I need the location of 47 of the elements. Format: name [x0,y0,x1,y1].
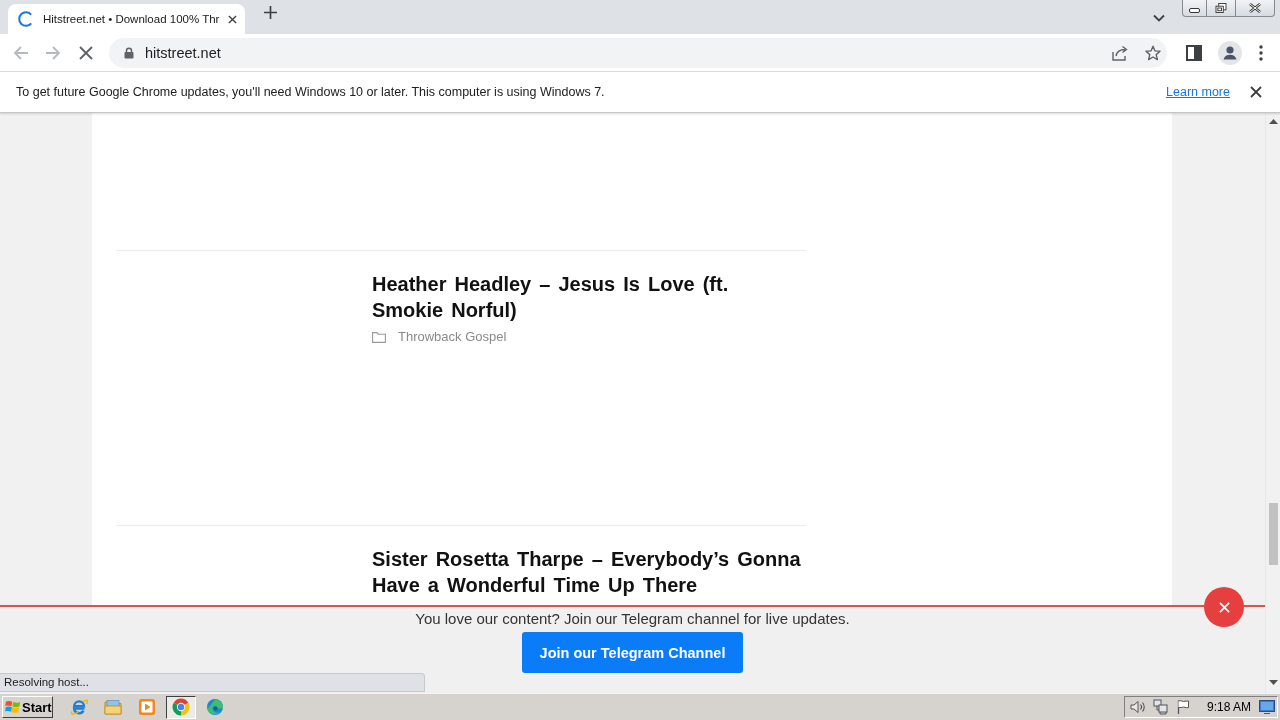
clock[interactable]: 9:18 AM [1207,700,1252,714]
play-icon [138,698,156,716]
status-bubble: Resolving host... [0,673,425,692]
folder-icon [104,698,122,716]
start-logo-icon [5,699,21,715]
network-icon[interactable] [1153,699,1169,715]
post-title[interactable]: Sister Rosetta Tharpe – Everybody’s Gonna Have a Wonderful Time Up There [372,546,806,598]
post-category-link[interactable]: Throwback Gospel [398,328,507,346]
flag-icon[interactable] [1176,699,1192,715]
restore-button[interactable] [1207,0,1236,17]
join-channel-button[interactable]: Join our Telegram Channel [521,632,744,673]
new-tab-plus-icon[interactable] [264,5,277,19]
post-title[interactable]: Heather Headley – Jesus Is Love (ft. Smokie Norful) [372,271,806,323]
taskbar-app-button[interactable] [166,695,196,719]
tab-close-icon[interactable] [228,14,238,24]
start-button[interactable]: Start [2,696,53,718]
address-bar[interactable]: hitstreet.net [109,37,1167,68]
share-icon[interactable] [1112,44,1129,61]
close-icon [1249,3,1261,13]
lock-icon [124,46,134,59]
swirl-icon [206,698,224,716]
scrollbar-thumb[interactable] [1268,503,1278,565]
close-icon [1218,601,1230,613]
speaker-icon[interactable] [1130,699,1146,715]
folder-icon [372,331,386,343]
close-button[interactable] [1204,587,1244,627]
window-close-button[interactable] [1236,0,1275,17]
browser-tab[interactable]: Hitstreet.net • Download 100% Thr [8,4,245,34]
scroll-up-icon[interactable] [1268,119,1278,124]
learn-more-link[interactable]: Learn more [1166,85,1230,99]
profile-avatar-icon[interactable] [1218,40,1242,65]
infobar-message: To get future Google Chrome updates, you'll need Windows 10 or later. This computer is using Windows 7. [16,85,605,99]
scrollbar-track[interactable] [1265,113,1280,693]
side-panel-icon[interactable] [1186,44,1202,61]
star-icon[interactable] [1145,44,1161,61]
minimize-icon [1189,7,1200,13]
restore-icon [1215,3,1227,13]
menu-icon[interactable] [1259,44,1263,61]
scroll-down-icon[interactable] [1268,680,1278,685]
chevron-down-icon[interactable] [1153,14,1165,22]
show-desktop-icon[interactable] [1259,700,1275,714]
e-globe-icon [70,698,88,716]
close-icon[interactable] [1250,86,1262,98]
round-logo-icon [172,698,190,716]
subscribe-message: You love our content? Join our Telegram channel for live updates. [415,609,850,629]
minimize-button[interactable] [1182,0,1207,17]
stop-loading-icon[interactable] [79,45,93,60]
